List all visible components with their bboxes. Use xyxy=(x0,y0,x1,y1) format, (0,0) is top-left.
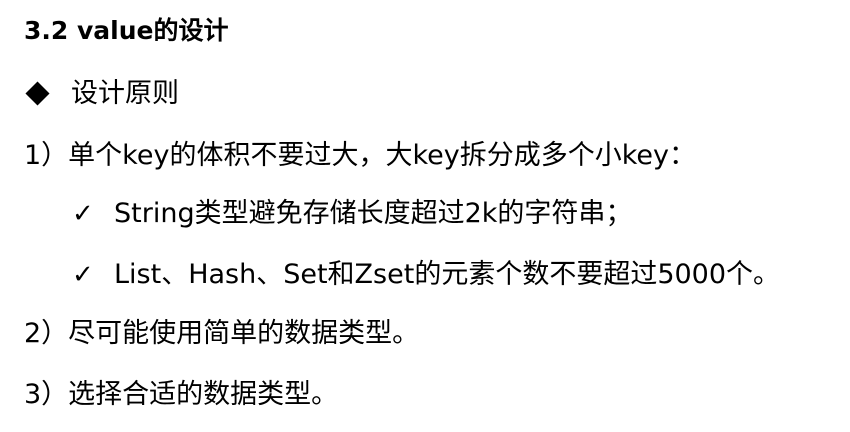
principle-bullet: 设计原则 xyxy=(25,78,179,109)
checkmark-icon: ✓ xyxy=(72,259,94,290)
section-heading: 3.2 value的设计 xyxy=(24,16,229,45)
diamond-bullet-icon xyxy=(25,81,50,106)
checkmark-icon: ✓ xyxy=(72,198,94,229)
check-item-text: String类型避免存储长度超过2k的字符串； xyxy=(114,198,633,229)
document-page: 3.2 value的设计 设计原则 1）单个key的体积不要过大，大key拆分成… xyxy=(0,0,850,432)
principle-label: 设计原则 xyxy=(71,78,179,109)
numbered-item-3: 3）选择合适的数据类型。 xyxy=(24,379,339,410)
check-item-1: ✓ String类型避免存储长度超过2k的字符串； xyxy=(72,200,632,227)
check-item-2: ✓ List、Hash、Set和Zset的元素个数不要超过5000个。 xyxy=(72,261,780,288)
check-item-text: List、Hash、Set和Zset的元素个数不要超过5000个。 xyxy=(114,259,781,290)
numbered-item-1: 1）单个key的体积不要过大，大key拆分成多个小key： xyxy=(24,140,696,171)
numbered-item-2: 2）尽可能使用简单的数据类型。 xyxy=(24,318,420,349)
